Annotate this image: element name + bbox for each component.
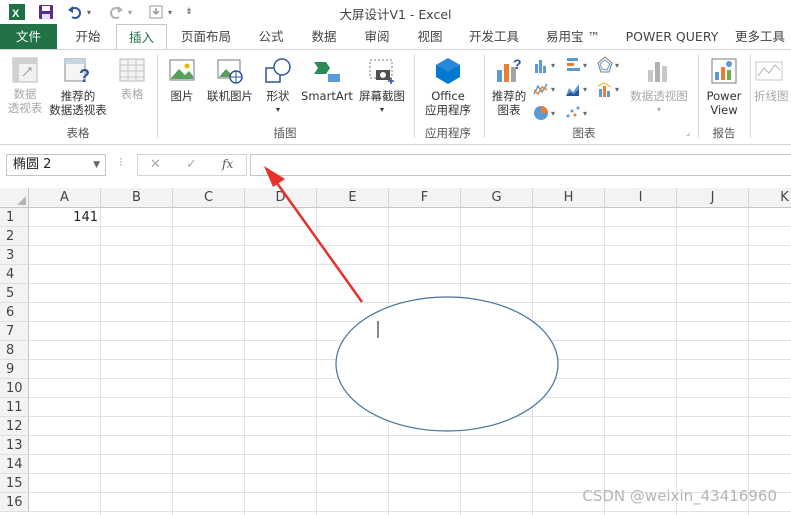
red-arrow-icon (264, 166, 364, 303)
ellipse-shape[interactable] (335, 296, 559, 432)
drawing-layer (264, 166, 559, 432)
watermark: CSDN @weixin_43416960 (582, 487, 777, 505)
